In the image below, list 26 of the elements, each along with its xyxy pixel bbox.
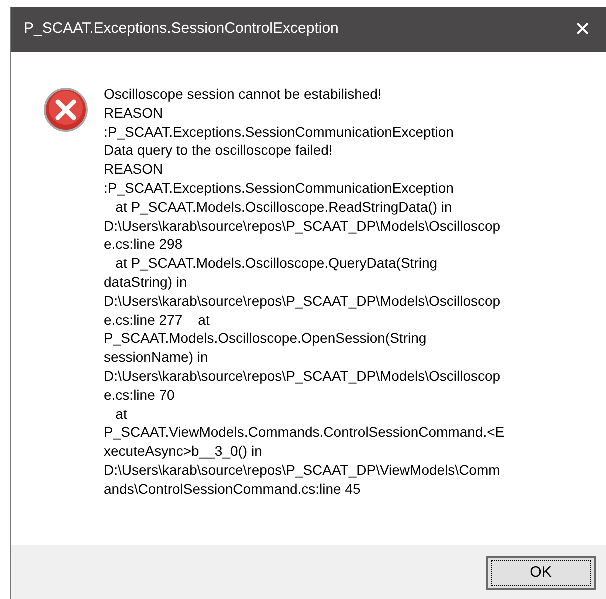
message-line: at P_SCAAT.Models.Oscilloscope.ReadStringData() in [114,198,452,217]
message-line: ands\ControlSessionCommand.cs:line 45 [104,480,361,499]
message-line: P_SCAAT.Models.Oscilloscope.OpenSession(String [104,329,427,348]
message-line: Oscilloscope session cannot be estabilished! [104,85,382,104]
message-line: REASON [104,160,164,179]
message-line: sessionName) in [104,348,208,367]
message-line: at P_SCAAT.Models.Oscilloscope.QueryData(String [114,254,438,273]
message-line: D:\Users\karab\source\repos\P_SCAAT_DP\Models\Oscilloscop [104,366,501,386]
message-line: P_SCAAT.ViewModels.Commands.ControlSessionCommand.<E [104,423,505,442]
message-line: D:\Users\karab\source\repos\P_SCAAT_DP\Models\Oscilloscop [104,216,501,236]
message-line: D:\Users\karab\source\repos\P_SCAAT_DP\ViewModels\Comm [104,460,500,480]
message-line: REASON [104,104,164,123]
error-icon [43,87,89,133]
message-line: e.cs:line 70 [104,386,175,405]
message-line: dataString) in [104,272,188,292]
close-button[interactable]: ✕ [560,7,606,52]
message-line: xecuteAsync>b__3_0() in [104,442,262,461]
message-line: at [114,404,128,424]
message-line: :P_SCAAT.Exceptions.SessionCommunicationException [104,178,454,198]
message-line: Data query to the oscilloscope failed! [104,141,333,160]
message-line: e.cs:line 277 at [104,310,210,330]
message-line: :P_SCAAT.Exceptions.SessionCommunicationException [104,122,454,142]
window-title: P_SCAAT.Exceptions.SessionControlException [23,19,339,40]
message-line: D:\Users\karab\source\repos\P_SCAAT_DP\Models\Oscilloscop [104,292,501,311]
ok-button[interactable]: OK [486,556,596,590]
message-line: e.cs:line 298 [104,235,183,254]
